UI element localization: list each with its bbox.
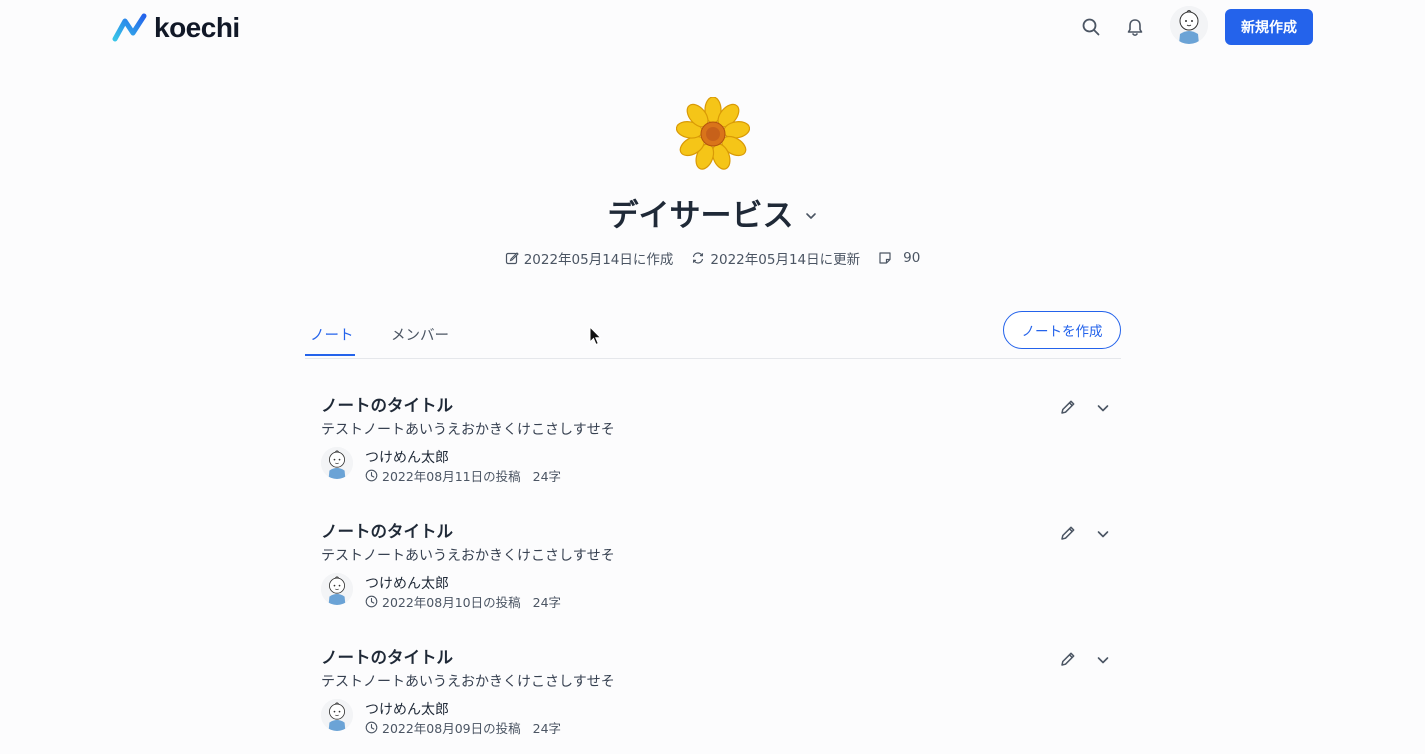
chevron-down-icon[interactable]: [1095, 652, 1111, 668]
top-header: koechi 新規作成: [0, 0, 1425, 54]
created-text: 2022年05月14日に作成: [523, 252, 674, 268]
note-body: テストノートあいうえおかきくけこさしすせそ: [321, 548, 615, 564]
group-meta: 2022年05月14日に作成 2022年05月14日に更新 90: [0, 248, 1425, 268]
author-name: つけめん太郎: [365, 702, 449, 718]
chevron-down-icon[interactable]: [1095, 526, 1111, 542]
char-count: 24字: [532, 721, 562, 736]
char-count: 24字: [532, 469, 562, 484]
active-tab-indicator: [305, 354, 355, 356]
note-count-value: 90: [903, 250, 921, 266]
clock-icon: [365, 469, 378, 482]
refresh-icon: [693, 252, 704, 264]
note-meta: 2022年08月09日の投稿 24字: [365, 718, 561, 737]
note-item[interactable]: ノートのタイトル テストノートあいうえおかきくけこさしすせそ つけめん太郎 20…: [321, 644, 1121, 754]
author-name: つけめん太郎: [365, 450, 449, 466]
pencil-icon[interactable]: [1059, 650, 1077, 668]
logo-mark-icon: [112, 13, 147, 42]
posted-date: 2022年08月11日の投稿: [382, 469, 521, 484]
mouse-cursor-icon: [589, 326, 602, 346]
note-body: テストノートあいうえおかきくけこさしすせそ: [321, 674, 615, 690]
note-meta: 2022年08月11日の投稿 24字: [365, 466, 561, 485]
posted-date: 2022年08月10日の投稿: [382, 595, 521, 610]
note-item[interactable]: ノートのタイトル テストノートあいうえおかきくけこさしすせそ つけめん太郎 20…: [321, 518, 1121, 628]
pencil-icon[interactable]: [1059, 524, 1077, 542]
posted-date: 2022年08月09日の投稿: [382, 721, 521, 736]
bell-icon[interactable]: [1123, 15, 1147, 39]
search-icon[interactable]: [1079, 15, 1103, 39]
create-note-button[interactable]: ノートを作成: [1003, 311, 1121, 349]
koechi-logo[interactable]: koechi: [112, 12, 240, 44]
edit-square-icon: [505, 252, 519, 265]
author-avatar: [321, 447, 353, 479]
logo-text: koechi: [154, 12, 240, 43]
chevron-down-icon[interactable]: [804, 209, 818, 223]
pencil-icon[interactable]: [1059, 398, 1077, 416]
note-title[interactable]: ノートのタイトル: [321, 518, 453, 542]
note-item[interactable]: ノートのタイトル テストノートあいうえおかきくけこさしすせそ つけめん太郎 20…: [321, 392, 1121, 502]
note-title[interactable]: ノートのタイトル: [321, 644, 453, 668]
author-avatar: [321, 573, 353, 605]
note-count: 90: [878, 250, 920, 266]
user-avatar[interactable]: [1170, 6, 1208, 44]
chevron-down-icon[interactable]: [1095, 400, 1111, 416]
tab-members[interactable]: メンバー: [391, 324, 449, 345]
sticky-note-icon: [879, 252, 891, 264]
created-date: 2022年05月14日に作成: [505, 248, 674, 268]
author-name: つけめん太郎: [365, 576, 449, 592]
tab-bar: ノート メンバー ノートを作成: [305, 311, 1121, 359]
new-create-button[interactable]: 新規作成: [1225, 9, 1313, 45]
clock-icon: [365, 721, 378, 734]
author-avatar: [321, 699, 353, 731]
clock-icon: [365, 595, 378, 608]
tab-notes[interactable]: ノート: [310, 324, 354, 345]
page-title: デイサービス: [607, 198, 794, 234]
updated-date: 2022年05月14日に更新: [691, 248, 860, 268]
group-title-row: デイサービス: [0, 190, 1425, 235]
updated-text: 2022年05月14日に更新: [710, 252, 861, 268]
flower-emoji-icon: [676, 97, 750, 170]
note-meta: 2022年08月10日の投稿 24字: [365, 592, 561, 611]
char-count: 24字: [532, 595, 562, 610]
note-title[interactable]: ノートのタイトル: [321, 392, 453, 416]
note-body: テストノートあいうえおかきくけこさしすせそ: [321, 422, 615, 438]
